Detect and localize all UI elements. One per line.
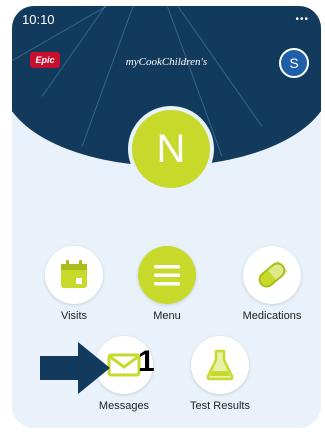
brand-title: myCookChildren's xyxy=(125,56,208,68)
annotation-number: 1 xyxy=(138,345,155,378)
tile-visits[interactable]: Visits xyxy=(32,246,116,322)
signal-icon: ••• xyxy=(295,14,309,25)
menu-icon xyxy=(154,265,180,286)
pill-icon xyxy=(258,260,288,288)
tile-medications[interactable]: Medications xyxy=(230,246,314,322)
annotation-arrow-icon xyxy=(40,342,110,394)
status-icons: ••• xyxy=(295,14,309,25)
test-results-icon-circle[interactable] xyxy=(191,336,249,394)
status-time: 10:10 xyxy=(22,12,55,27)
menu-icon-circle[interactable] xyxy=(138,246,196,304)
profile-button[interactable]: S xyxy=(279,48,309,78)
visits-label: Visits xyxy=(60,310,88,322)
flask-icon xyxy=(206,349,234,381)
medications-label: Medications xyxy=(242,310,302,322)
calendar-icon xyxy=(61,260,87,288)
messages-label: Messages xyxy=(98,400,150,412)
medications-icon-circle[interactable] xyxy=(243,246,301,304)
tile-test-results[interactable]: Test Results xyxy=(178,336,262,412)
visits-icon-circle[interactable] xyxy=(45,246,103,304)
menu-label: Menu xyxy=(153,310,181,322)
tile-menu[interactable]: Menu xyxy=(125,246,209,322)
user-avatar[interactable]: N xyxy=(128,106,214,192)
test-results-label: Test Results xyxy=(190,400,250,412)
